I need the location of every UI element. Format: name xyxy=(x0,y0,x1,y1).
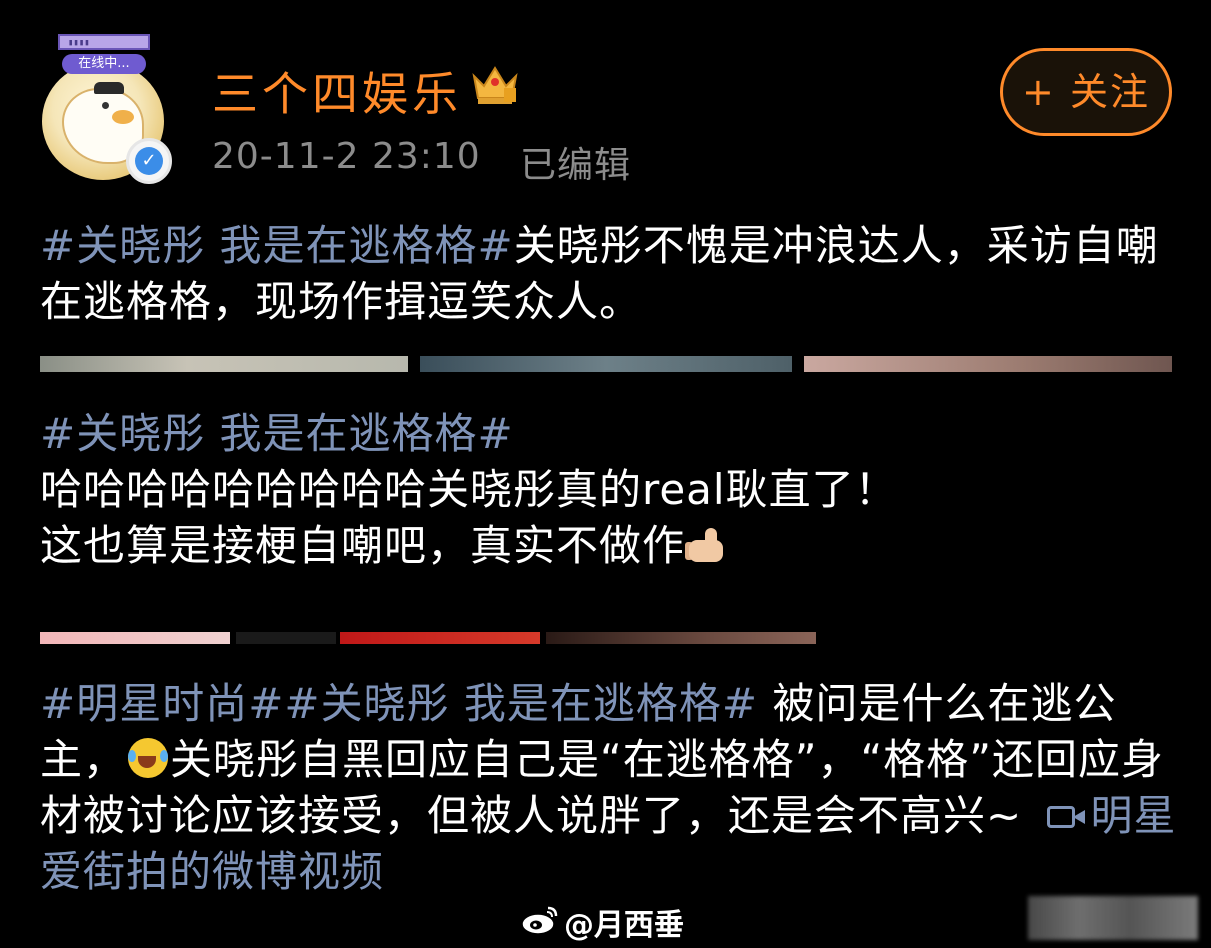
post-time: 20-11-2 23:10 xyxy=(212,136,481,177)
author-name[interactable]: 三个四娱乐 xyxy=(212,58,462,124)
online-status-bar-marks: ▮▮▮▮ xyxy=(68,38,90,48)
post-paragraph-2: #关晓彤 我是在逃格格# 哈哈哈哈哈哈哈哈哈关晓彤真的real耿直了！ 这也算是… xyxy=(40,406,1180,574)
verified-check: ✓ xyxy=(135,147,163,175)
watermark: @月西垂 xyxy=(520,896,1200,944)
paragraph-line: 哈哈哈哈哈哈哈哈哈关晓彤真的real耿直了！ xyxy=(40,465,898,514)
paragraph-line: 这也算是接梗自嘲吧，真实不做作 xyxy=(40,521,686,570)
video-thumbnail-strip[interactable] xyxy=(40,356,408,372)
video-camera-icon xyxy=(1046,802,1087,832)
video-thumbnail-strip[interactable] xyxy=(420,356,792,372)
post-paragraph-1: #关晓彤 我是在逃格格#关晓彤不愧是冲浪达人，采访自嘲在逃格格，现场作揖逗笑众人… xyxy=(40,218,1180,330)
video-thumbnail-strip[interactable] xyxy=(40,632,230,644)
avatar-hat xyxy=(94,82,124,94)
video-thumbnail-strip[interactable] xyxy=(804,356,1172,372)
online-status-bar: ▮▮▮▮ xyxy=(58,34,150,50)
weibo-logo-icon xyxy=(521,906,558,935)
post-header: ▮▮▮▮ 在线中... ✓ 三个四娱乐 20-11-2 23:10 已编辑 + … xyxy=(0,0,1211,200)
video-thumbnail-strip[interactable] xyxy=(546,632,816,644)
avatar-beak xyxy=(112,110,134,124)
hashtag-link[interactable]: #明星时尚##关晓彤 我是在逃格格# xyxy=(40,679,758,728)
hashtag-link[interactable]: #关晓彤 我是在逃格格# xyxy=(40,406,1180,462)
follow-button[interactable]: + 关注 xyxy=(1000,48,1172,136)
watermark-text: @月西垂 xyxy=(564,908,684,943)
paragraph-text: 关晓彤自黑回应自己是“在逃格格”，“格格”还回应身材被讨论应该接受，但被人说胖了… xyxy=(40,735,1165,840)
paragraph-line-with-emoji: 这也算是接梗自嘲吧，真实不做作 xyxy=(40,518,1180,574)
video-thumbnail-strip[interactable] xyxy=(236,632,336,644)
edited-label: 已编辑 xyxy=(520,145,632,186)
hashtag-link[interactable]: #关晓彤 我是在逃格格# xyxy=(40,221,514,270)
thumbs-up-emoji-icon xyxy=(685,526,729,566)
post-paragraph-3: #明星时尚##关晓彤 我是在逃格格# 被问是什么在逃公主， 关晓彤自黑回应自己是“… xyxy=(40,676,1180,900)
crown-icon xyxy=(472,66,518,104)
laughing-crying-emoji-icon xyxy=(126,736,170,780)
verified-badge-icon: ✓ xyxy=(126,138,172,184)
video-thumbnail-strip[interactable] xyxy=(340,632,540,644)
online-status-label: 在线中... xyxy=(62,54,146,74)
blurred-watermark-area xyxy=(1028,896,1198,940)
online-status-tag: ▮▮▮▮ 在线中... xyxy=(58,34,150,74)
avatar-eye xyxy=(102,102,109,109)
